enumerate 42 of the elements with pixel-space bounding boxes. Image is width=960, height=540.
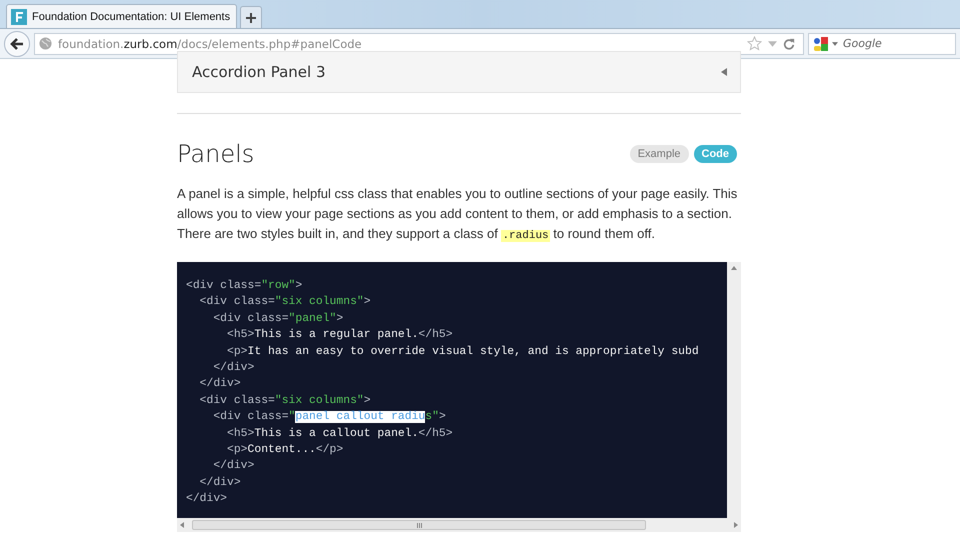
scrollbar-thumb[interactable] <box>192 520 646 530</box>
new-tab-button[interactable] <box>240 6 262 28</box>
code-line: <p>Content...</p> <box>226 442 344 458</box>
plus-icon <box>245 12 258 24</box>
code-line: <div class="row"> <box>186 278 302 294</box>
section-heading: Panels <box>177 140 254 168</box>
code-line: <p>It has an easy to override visual style, and is appropriately subd <box>226 344 699 360</box>
code-line: </div> <box>212 458 254 474</box>
vertical-scrollbar[interactable] <box>727 262 741 518</box>
code-line: <div class="six columns"> <box>198 294 371 310</box>
letter-f-icon <box>11 8 27 24</box>
code-line: <div class="panel"> <box>212 312 344 327</box>
search-engine-icon <box>813 36 829 52</box>
code-line: <h5>This is a regular panel.</h5> <box>226 328 453 344</box>
dropdown-caret-icon[interactable] <box>832 42 838 46</box>
description-paragraph: A panel is a simple, helpful css class that enables you to outline sections of your page easily. This allows you to view your page sections as you add content to them, or add emphasis to a section. There are two styles built in, and they support a class of .radius to round them off. <box>177 185 738 244</box>
address-bar[interactable]: foundation.zurb.com/docs/elements.php#panelCode <box>34 32 804 54</box>
code-line: <div class="panel callout radius"> <box>212 410 446 426</box>
back-button[interactable] <box>4 30 30 56</box>
code-line: <div class="six columns"> <box>198 394 371 409</box>
code-line: </div> <box>198 376 241 392</box>
back-arrow-icon <box>9 36 25 52</box>
accordion-title: Accordion Panel 3 <box>192 63 326 81</box>
up-arrow-icon[interactable] <box>731 266 737 270</box>
code-line: </div> <box>186 492 228 508</box>
star-icon[interactable] <box>747 36 762 51</box>
reload-icon[interactable] <box>783 38 795 50</box>
horizontal-scrollbar[interactable] <box>177 518 741 532</box>
globe-icon <box>39 37 52 50</box>
view-toggle[interactable]: Example <box>630 145 688 163</box>
tab-title: Foundation Documentation: UI Elements <box>32 10 230 22</box>
code-line: <h5>This is a callout panel.</h5> <box>226 426 453 442</box>
accordion-panel[interactable]: Accordion Panel 3 <box>177 51 741 93</box>
search-field[interactable]: Google <box>808 32 956 54</box>
dropdown-caret-icon[interactable] <box>768 40 777 46</box>
code-line: </div> <box>198 476 241 491</box>
left-arrow-icon[interactable] <box>180 522 184 528</box>
browser-tab[interactable]: Foundation Documentation: UI Elements <box>6 4 238 28</box>
url-text: foundation.zurb.com/docs/elements.php#panelCode <box>58 36 362 50</box>
search-input[interactable]: Google <box>841 36 945 51</box>
right-arrow-icon[interactable] <box>734 522 738 528</box>
code-line: </div> <box>212 360 254 376</box>
